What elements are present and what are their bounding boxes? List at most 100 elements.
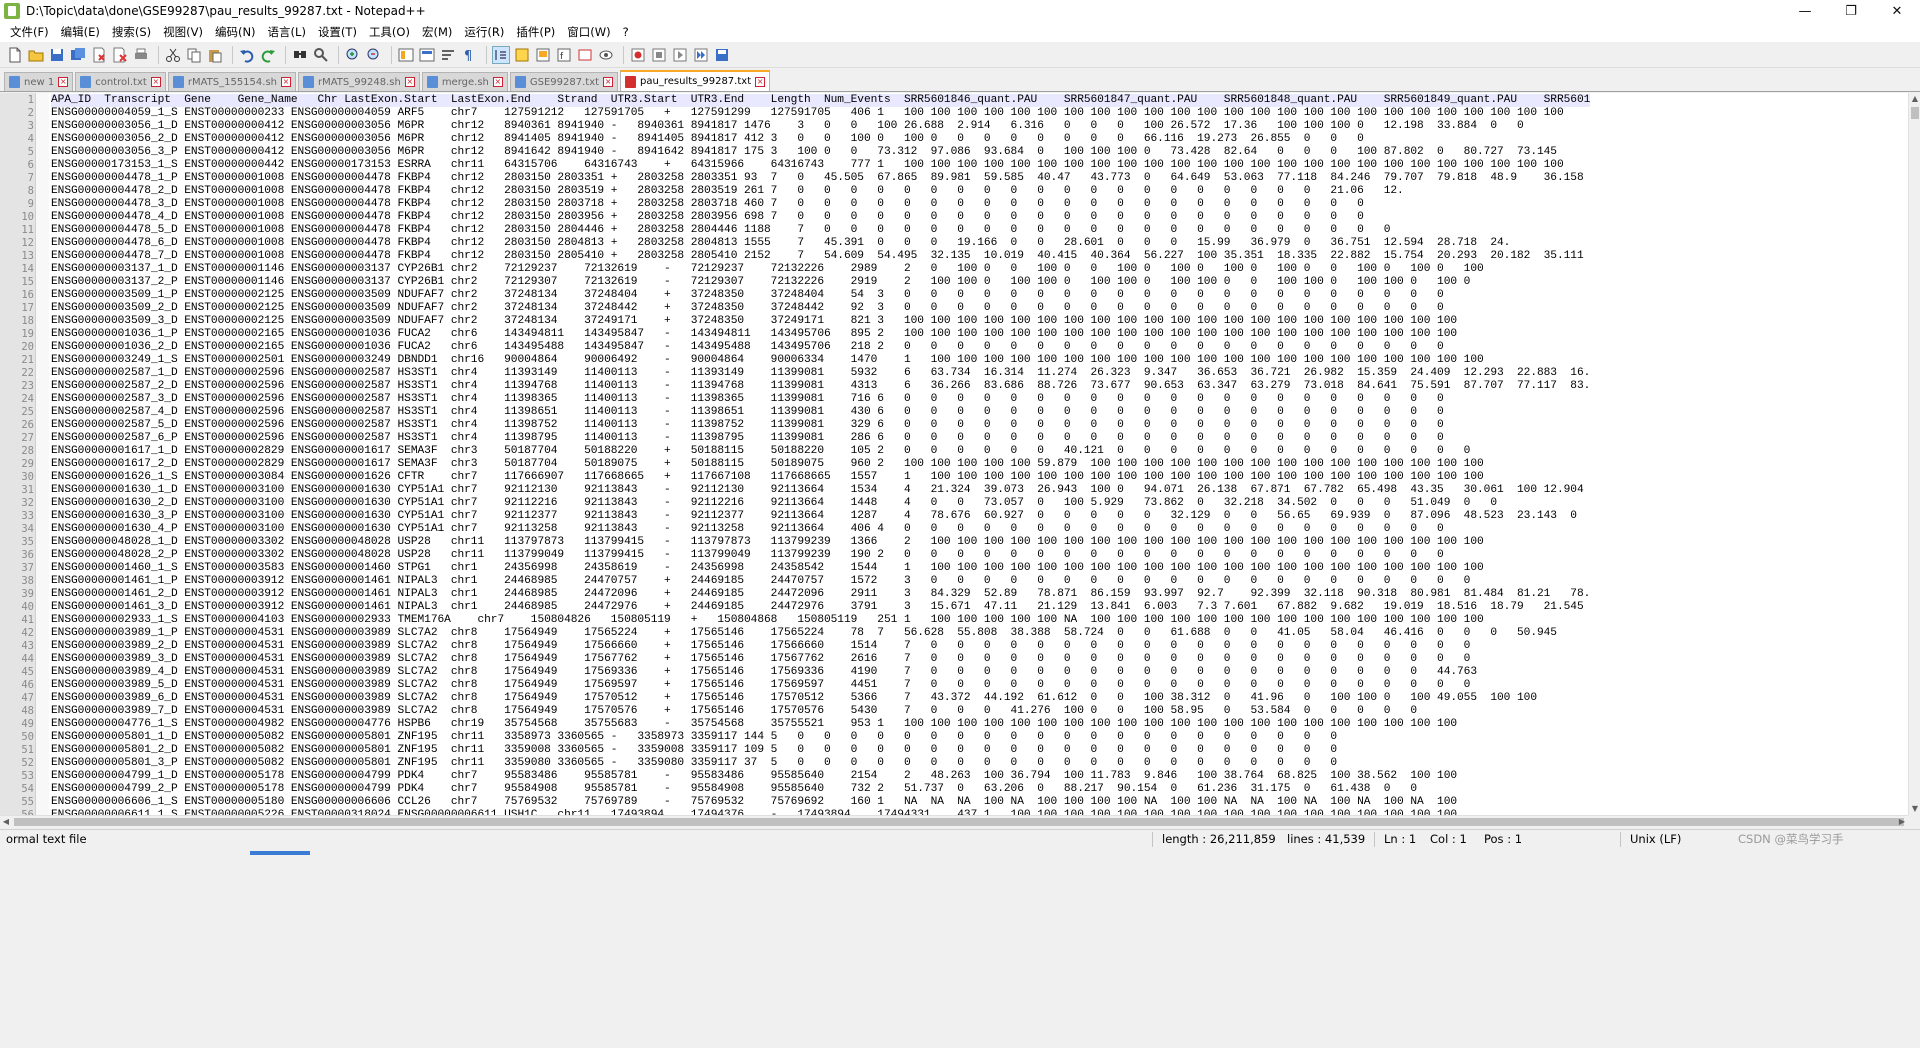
file-tab[interactable]: merge.sh × bbox=[421, 72, 508, 91]
text-line[interactable]: ENSG00000004478_4_D ENST00000001008 ENSG… bbox=[51, 211, 1364, 224]
text-line[interactable]: ENSG00000003989_7_D ENST00000004531 ENSG… bbox=[51, 705, 1417, 718]
text-line[interactable]: ENSG00000004478_7_D ENST00000001008 ENSG… bbox=[51, 250, 1584, 263]
undo-icon[interactable] bbox=[238, 46, 256, 64]
replace-icon[interactable] bbox=[312, 46, 330, 64]
editor-area[interactable]: 1 2 3 4 5 6 7 8 9 10 11 12 13 14 15 16 17 18 19 20 21 22 23 24 2… bbox=[0, 93, 1908, 815]
maximize-button[interactable]: ❐ bbox=[1828, 0, 1874, 22]
text-line[interactable]: ENSG00000001036_2_D ENST00000002165 ENSG… bbox=[51, 341, 1444, 354]
text-line[interactable]: ENSG00000003989_3_D ENST00000004531 ENSG… bbox=[51, 653, 1470, 666]
text-line[interactable]: ENSG00000001461_3_D ENST00000003912 ENSG… bbox=[51, 601, 1584, 614]
text-line[interactable]: ENSG00000001036_1_P ENST00000002165 ENSG… bbox=[51, 328, 1457, 341]
file-tab[interactable]: rMATS_155154.sh × bbox=[167, 72, 296, 91]
text-line[interactable]: ENSG00000002587_2_D ENST00000002596 ENSG… bbox=[51, 380, 1590, 393]
text-line[interactable]: ENSG00000001617_2_D ENST00000002829 ENSG… bbox=[51, 458, 1484, 471]
text-line[interactable]: ENSG00000002587_3_D ENST00000002596 ENSG… bbox=[51, 393, 1444, 406]
menu-item[interactable]: 视图(V) bbox=[157, 22, 209, 42]
menu-item[interactable]: 语言(L) bbox=[262, 22, 312, 42]
menu-item[interactable]: 编辑(E) bbox=[55, 22, 106, 42]
record-macro-icon[interactable] bbox=[629, 46, 647, 64]
text-line[interactable]: ENSG00000004776_1_S ENST00000004982 ENSG… bbox=[51, 718, 1457, 731]
text-line[interactable]: ENSG00000003989_6_D ENST00000004531 ENSG… bbox=[51, 692, 1537, 705]
text-line[interactable]: ENSG00000001617_1_D ENST00000002829 ENSG… bbox=[51, 445, 1470, 458]
word-wrap-icon[interactable] bbox=[439, 46, 457, 64]
text-line[interactable]: ENSG00000004478_6_D ENST00000001008 ENSG… bbox=[51, 237, 1510, 250]
text-line[interactable]: ENSG00000001630_4_P ENST00000003100 ENSG… bbox=[51, 523, 1444, 536]
text-line[interactable]: ENSG00000001630_2_D ENST00000003100 ENSG… bbox=[51, 497, 1497, 510]
menu-item[interactable]: 搜索(S) bbox=[106, 22, 157, 42]
text-line[interactable]: ENSG00000003056_3_P ENST00000000412 ENSG… bbox=[51, 146, 1557, 159]
menu-item[interactable]: ? bbox=[617, 22, 635, 42]
text-line[interactable]: ENSG00000006606_1_S ENST00000005180 ENSG… bbox=[51, 796, 1457, 809]
text-line[interactable]: ENSG00000002587_4_D ENST00000002596 ENSG… bbox=[51, 406, 1444, 419]
file-tab[interactable]: GSE99287.txt × bbox=[509, 72, 619, 91]
text-line[interactable]: ENSG00000004478_5_D ENST00000001008 ENSG… bbox=[51, 224, 1390, 237]
text-line[interactable]: ENSG00000173153_1_S ENST00000000442 ENSG… bbox=[51, 159, 1564, 172]
text-line[interactable]: ENSG00000003509_2_D ENST00000002125 ENSG… bbox=[51, 302, 1444, 315]
stop-macro-icon[interactable] bbox=[650, 46, 668, 64]
text-line[interactable]: ENSG00000003509_1_P ENST00000002125 ENSG… bbox=[51, 289, 1444, 302]
close-file-icon[interactable] bbox=[90, 46, 108, 64]
play-macro-icon[interactable] bbox=[671, 46, 689, 64]
menu-item[interactable]: 窗口(W) bbox=[561, 22, 616, 42]
menu-item[interactable]: 插件(P) bbox=[510, 22, 561, 42]
show-all-chars-icon[interactable]: ¶ bbox=[460, 46, 478, 64]
indent-guide-icon[interactable] bbox=[492, 45, 510, 64]
text-line[interactable]: ENSG00000004799_2_P ENST00000005178 ENSG… bbox=[51, 783, 1417, 796]
text-line[interactable]: ENSG00000005801_3_P ENST00000005082 ENSG… bbox=[51, 757, 1337, 770]
sync-vertical-icon[interactable] bbox=[397, 46, 415, 64]
eol-format-label[interactable]: Unix (LF) bbox=[1630, 830, 1681, 849]
horizontal-scrollbar[interactable]: ◀ ▶ bbox=[0, 815, 1908, 827]
open-file-icon[interactable] bbox=[27, 46, 45, 64]
new-file-icon[interactable] bbox=[6, 46, 24, 64]
text-line[interactable]: ENSG00000001461_1_P ENST00000003912 ENSG… bbox=[51, 575, 1470, 588]
text-line[interactable]: ENSG00000001460_1_S ENST00000003583 ENSG… bbox=[51, 562, 1484, 575]
text-line[interactable]: ENSG00000004799_1_D ENST00000005178 ENSG… bbox=[51, 770, 1457, 783]
file-tab[interactable]: control.txt × bbox=[75, 72, 166, 91]
text-line[interactable]: ENSG00000005801_1_D ENST00000005082 ENSG… bbox=[51, 731, 1337, 744]
find-icon[interactable] bbox=[291, 46, 309, 64]
text-line[interactable]: ENSG00000003137_2_P ENST00000001146 ENSG… bbox=[51, 276, 1470, 289]
tab-close-icon[interactable]: × bbox=[281, 77, 291, 87]
text-line[interactable]: ENSG00000004059_1_S ENST00000000233 ENSG… bbox=[51, 107, 1564, 120]
tab-close-icon[interactable]: × bbox=[492, 77, 503, 87]
text-line[interactable]: ENSG00000002587_5_D ENST00000002596 ENSG… bbox=[51, 419, 1444, 432]
tab-close-icon[interactable]: × bbox=[404, 77, 415, 87]
text-line[interactable]: ENSG00000003989_2_D ENST00000004531 ENSG… bbox=[51, 640, 1470, 653]
menu-item[interactable]: 文件(F) bbox=[4, 22, 55, 42]
zoom-out-icon[interactable] bbox=[365, 46, 383, 64]
udl-icon[interactable] bbox=[513, 46, 531, 64]
sync-horizontal-icon[interactable] bbox=[418, 46, 436, 64]
function-list-icon[interactable]: f bbox=[555, 46, 573, 64]
text-line[interactable]: ENSG00000048028_1_D ENST00000003302 ENSG… bbox=[51, 536, 1484, 549]
text-line[interactable]: ENSG00000001630_3_P ENST00000003100 ENSG… bbox=[51, 510, 1577, 523]
text-line[interactable]: ENSG00000003989_1_P ENST00000004531 ENSG… bbox=[51, 627, 1557, 640]
cut-icon[interactable] bbox=[164, 46, 182, 64]
save-all-icon[interactable] bbox=[69, 46, 87, 64]
copy-icon[interactable] bbox=[185, 46, 203, 64]
zoom-in-icon[interactable] bbox=[344, 46, 362, 64]
file-tab[interactable]: new 1 × bbox=[4, 72, 74, 91]
menu-item[interactable]: 工具(O) bbox=[363, 22, 416, 42]
menu-item[interactable]: 宏(M) bbox=[416, 22, 458, 42]
run-macro-multiple-icon[interactable] bbox=[692, 46, 710, 64]
horizontal-scroll-thumb[interactable] bbox=[14, 818, 1904, 826]
text-line[interactable]: ENSG00000003249_1_S ENST00000002501 ENSG… bbox=[51, 354, 1484, 367]
save-icon[interactable] bbox=[48, 46, 66, 64]
scroll-left-icon[interactable]: ◀ bbox=[0, 816, 12, 828]
print-icon[interactable] bbox=[132, 46, 150, 64]
redo-icon[interactable] bbox=[259, 46, 277, 64]
folder-workspace-icon[interactable] bbox=[576, 46, 594, 64]
text-line[interactable]: ENSG00000004478_2_D ENST00000001008 ENSG… bbox=[51, 185, 1404, 198]
text-line[interactable]: ENSG00000003137_1_D ENST00000001146 ENSG… bbox=[51, 263, 1484, 276]
text-line[interactable]: ENSG00000003989_4_D ENST00000004531 ENSG… bbox=[51, 666, 1477, 679]
text-line[interactable]: ENSG00000002587_1_D ENST00000002596 ENSG… bbox=[51, 367, 1590, 380]
scroll-right-icon[interactable]: ▶ bbox=[1896, 816, 1908, 828]
text-line[interactable]: ENSG00000001461_2_D ENST00000003912 ENSG… bbox=[51, 588, 1590, 601]
tab-close-icon[interactable]: × bbox=[150, 77, 161, 87]
menu-item[interactable]: 编码(N) bbox=[209, 22, 262, 42]
text-line[interactable]: APA_ID Transcript Gene Gene_Name Chr Las… bbox=[51, 94, 1590, 107]
text-line[interactable]: ENSG00000003056_2_D ENST00000000412 ENSG… bbox=[51, 133, 1364, 146]
text-line[interactable]: ENSG00000002933_1_S ENST00000004103 ENSG… bbox=[51, 614, 1484, 627]
menu-item[interactable]: 设置(T) bbox=[312, 22, 363, 42]
text-line[interactable]: ENSG00000005801_2_D ENST00000005082 ENSG… bbox=[51, 744, 1337, 757]
